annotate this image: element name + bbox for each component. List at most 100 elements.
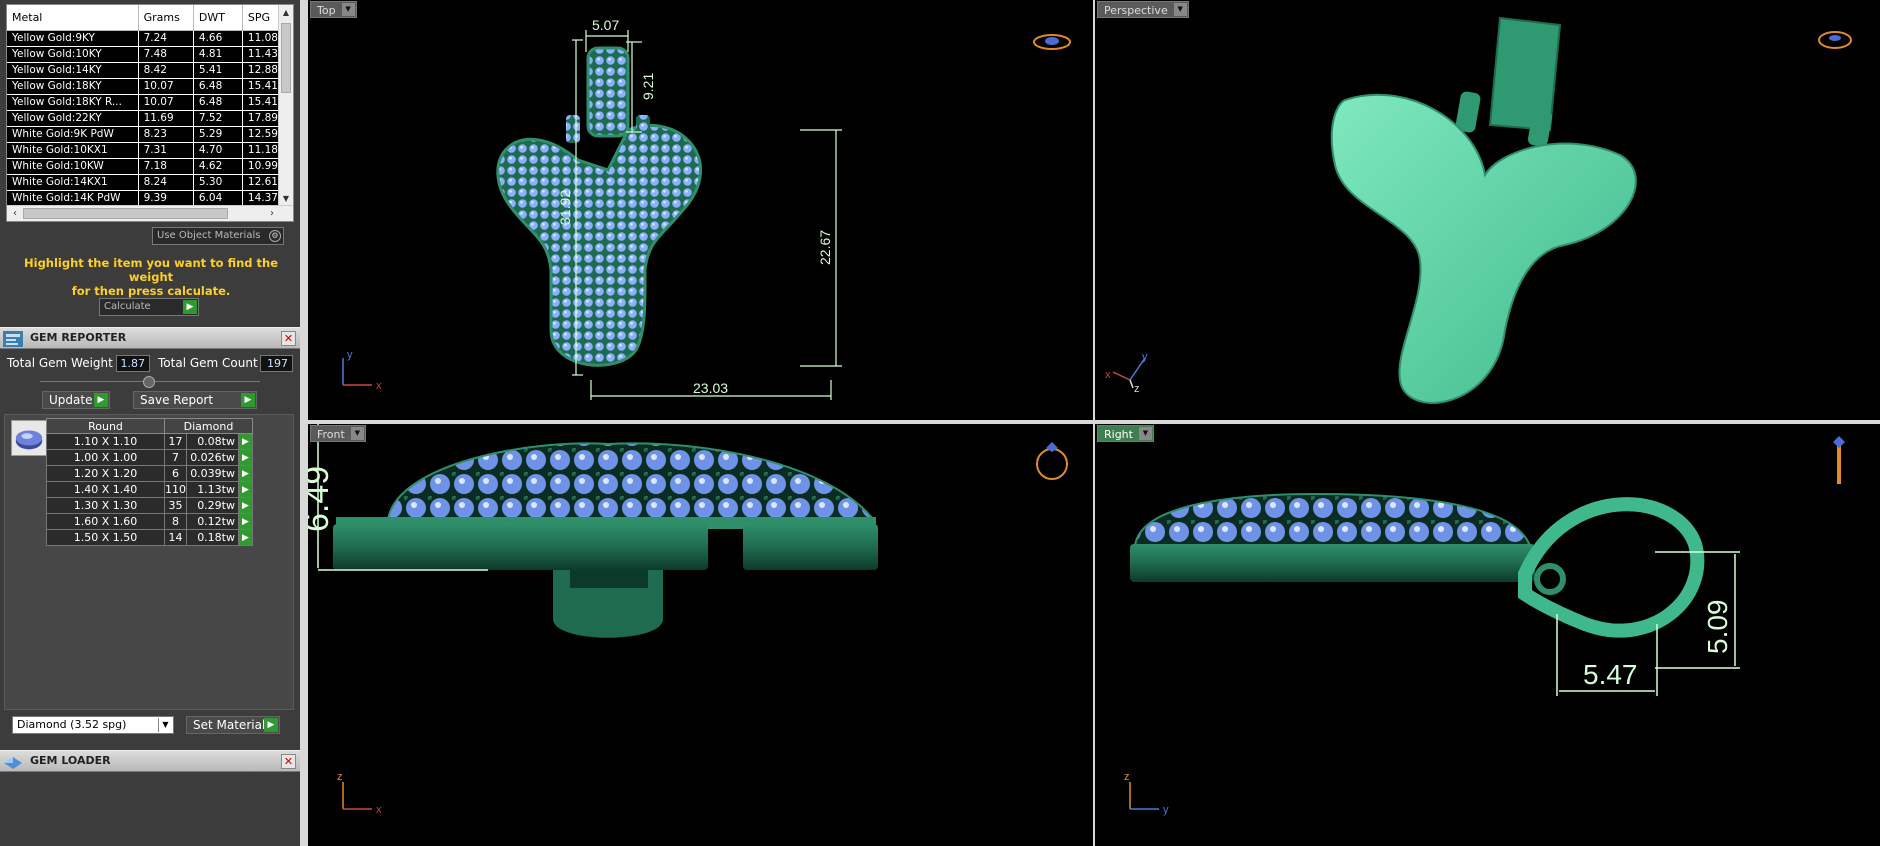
gem-count-cell: 17 xyxy=(164,433,187,450)
update-button[interactable]: Update ▶ xyxy=(42,391,110,409)
close-icon[interactable]: ✕ xyxy=(281,754,296,769)
chevron-down-icon[interactable]: ▼ xyxy=(1173,3,1187,16)
viewport-horizontal-splitter[interactable] xyxy=(300,420,1880,424)
play-arrow-icon[interactable]: ▶ xyxy=(94,393,108,407)
metal-table-horizontal-scrollbar[interactable]: ‹ › xyxy=(7,205,293,221)
select-gem-arrow-icon[interactable]: ▶ xyxy=(238,513,253,530)
chevron-down-icon[interactable]: ▼ xyxy=(350,427,364,440)
table-row[interactable]: White Gold:9K PdW 8.23 5.29 12.59 xyxy=(7,126,280,143)
chevron-down-icon[interactable]: ▼ xyxy=(1138,427,1152,440)
gem-row[interactable]: 1.60 X 1.60 8 0.12tw ▶ xyxy=(46,513,253,530)
play-arrow-icon[interactable]: ▶ xyxy=(264,718,278,732)
scroll-thumb[interactable] xyxy=(281,23,291,93)
gem-reporter-title: GEM REPORTER xyxy=(30,331,127,344)
viewport-top[interactable]: 5.07 9.21 31.92 22.67 23.03 y x Top ▼ xyxy=(308,0,1093,420)
perspective-view-canvas[interactable]: y x z xyxy=(1095,0,1880,420)
select-gem-arrow-icon[interactable]: ▶ xyxy=(238,497,253,514)
axis-label-z: z xyxy=(1124,771,1130,783)
dwt-cell: 4.81 xyxy=(193,46,243,63)
dwt-header[interactable]: DWT xyxy=(193,5,243,31)
metal-cell: Yellow Gold:10KY xyxy=(7,46,139,63)
grams-cell: 7.24 xyxy=(138,30,194,47)
instruction-line-2: for then press calculate. xyxy=(71,284,231,298)
viewport-right-tab[interactable]: Right ▼ xyxy=(1097,425,1154,442)
select-gem-arrow-icon[interactable]: ▶ xyxy=(238,529,253,546)
grams-cell: 8.42 xyxy=(138,62,194,79)
scroll-thumb-horizontal[interactable] xyxy=(23,208,228,219)
viewport-perspective[interactable]: y x z Perspective ▼ xyxy=(1095,0,1880,420)
spg-header[interactable]: SPG xyxy=(242,5,280,31)
select-gem-arrow-icon[interactable]: ▶ xyxy=(238,481,253,498)
gem-weight-cell: 0.18tw xyxy=(186,529,239,546)
select-gem-arrow-icon[interactable]: ▶ xyxy=(238,449,253,466)
chevron-down-icon[interactable]: ▼ xyxy=(341,3,355,16)
gem-weight-cell: 0.29tw xyxy=(186,497,239,514)
select-gem-arrow-icon[interactable]: ▶ xyxy=(238,433,253,450)
table-row[interactable]: White Gold:14K PdW 9.39 6.04 14.37 xyxy=(7,190,280,207)
gem-row[interactable]: 1.10 X 1.10 17 0.08tw ▶ xyxy=(46,433,253,450)
play-arrow-icon[interactable]: ▶ xyxy=(183,300,197,314)
round-diamond-icon[interactable] xyxy=(11,420,47,456)
scroll-right-icon[interactable]: › xyxy=(265,206,279,221)
close-icon[interactable]: ✕ xyxy=(281,331,296,346)
grams-header[interactable]: Grams xyxy=(138,5,194,31)
viewport-perspective-tab[interactable]: Perspective ▼ xyxy=(1097,1,1189,18)
gem-row[interactable]: 1.20 X 1.20 6 0.039tw ▶ xyxy=(46,465,253,482)
dwt-cell: 6.48 xyxy=(193,78,243,95)
use-object-materials-toggle[interactable]: Use Object Materials ⚙ xyxy=(152,227,284,245)
dwt-cell: 4.70 xyxy=(193,142,243,159)
gem-loader-title: GEM LOADER xyxy=(30,754,111,767)
scroll-left-icon[interactable]: ‹ xyxy=(8,206,22,221)
table-row[interactable]: Yellow Gold:18KY R... 10.07 6.48 15.41 xyxy=(7,94,280,111)
top-view-canvas[interactable]: 5.07 9.21 31.92 22.67 23.03 y x xyxy=(308,0,1093,420)
gem-row[interactable]: 1.30 X 1.30 35 0.29tw ▶ xyxy=(46,497,253,514)
right-view-canvas[interactable]: 5.09 5.47 z y xyxy=(1095,424,1880,846)
chevron-down-icon[interactable]: ▼ xyxy=(158,718,172,732)
table-row[interactable]: White Gold:10KW 7.18 4.62 10.99 xyxy=(7,158,280,175)
metal-header[interactable]: Metal xyxy=(7,5,139,31)
play-arrow-icon[interactable]: ▶ xyxy=(241,393,255,407)
viewport-front-label: Front xyxy=(317,428,345,441)
save-report-button[interactable]: Save Report ▶ xyxy=(133,391,257,409)
table-row[interactable]: White Gold:14KX1 8.24 5.30 12.61 xyxy=(7,174,280,191)
set-material-button[interactable]: Set Material ▶ xyxy=(186,716,280,734)
table-row[interactable]: Yellow Gold:14KY 8.42 5.41 12.88 xyxy=(7,62,280,79)
metal-cell: White Gold:9K PdW xyxy=(7,126,139,143)
select-gem-arrow-icon[interactable]: ▶ xyxy=(238,465,253,482)
table-row[interactable]: Yellow Gold:10KY 7.48 4.81 11.43 xyxy=(7,46,280,63)
front-view-canvas[interactable]: 6.49 z x xyxy=(308,424,1093,846)
gem-reporter-header: GEM REPORTER ✕ xyxy=(0,327,300,349)
gem-weight-cell: 0.12tw xyxy=(186,513,239,530)
viewport-top-tab[interactable]: Top ▼ xyxy=(310,1,357,18)
dim-label: 5.07 xyxy=(592,17,619,33)
grams-cell: 9.39 xyxy=(138,190,194,207)
gear-icon[interactable]: ⚙ xyxy=(269,230,281,242)
table-row[interactable]: Yellow Gold:22KY 11.69 7.52 17.89 xyxy=(7,110,280,127)
gem-row[interactable]: 1.00 X 1.00 7 0.026tw ▶ xyxy=(46,449,253,466)
axis-label-y: y xyxy=(1163,804,1169,816)
gem-size-cell: 1.10 X 1.10 xyxy=(46,433,165,450)
viewport-right[interactable]: 5.09 5.47 z y Right ▼ xyxy=(1095,424,1880,846)
scroll-up-icon[interactable]: ▲ xyxy=(279,6,293,20)
collapse-knob-icon[interactable] xyxy=(143,376,155,388)
gem-row[interactable]: 1.50 X 1.50 14 0.18tw ▶ xyxy=(46,529,253,546)
gem-row[interactable]: 1.40 X 1.40 110 1.13tw ▶ xyxy=(46,481,253,498)
table-row[interactable]: White Gold:10KX1 7.31 4.70 11.18 xyxy=(7,142,280,159)
table-row[interactable]: Yellow Gold:18KY 10.07 6.48 15.41 xyxy=(7,78,280,95)
ring-side-gizmo-icon[interactable] xyxy=(1036,442,1068,480)
viewport-front[interactable]: 6.49 z x Front ▼ xyxy=(308,424,1093,846)
ring-gizmo-icon[interactable] xyxy=(1033,34,1071,50)
scroll-down-icon[interactable]: ▼ xyxy=(279,192,293,206)
total-gem-count-value: 197 xyxy=(260,355,293,372)
metal-table-vertical-scrollbar[interactable]: ▲ ▼ xyxy=(278,5,293,207)
calculate-button[interactable]: Calculate ▶ xyxy=(99,298,199,316)
ring-gizmo-icon[interactable] xyxy=(1818,31,1852,49)
ring-front-gizmo-icon[interactable] xyxy=(1833,436,1845,484)
table-row[interactable]: Yellow Gold:9KY 7.24 4.66 11.08 xyxy=(7,30,280,47)
dwt-cell: 5.41 xyxy=(193,62,243,79)
dim-label: 5.47 xyxy=(1583,659,1638,690)
gem-weight-cell: 0.026tw xyxy=(186,449,239,466)
axis-label-y: y xyxy=(1142,351,1148,363)
viewport-front-tab[interactable]: Front ▼ xyxy=(310,425,366,442)
material-select[interactable]: Diamond (3.52 spg) ▼ xyxy=(12,716,174,734)
